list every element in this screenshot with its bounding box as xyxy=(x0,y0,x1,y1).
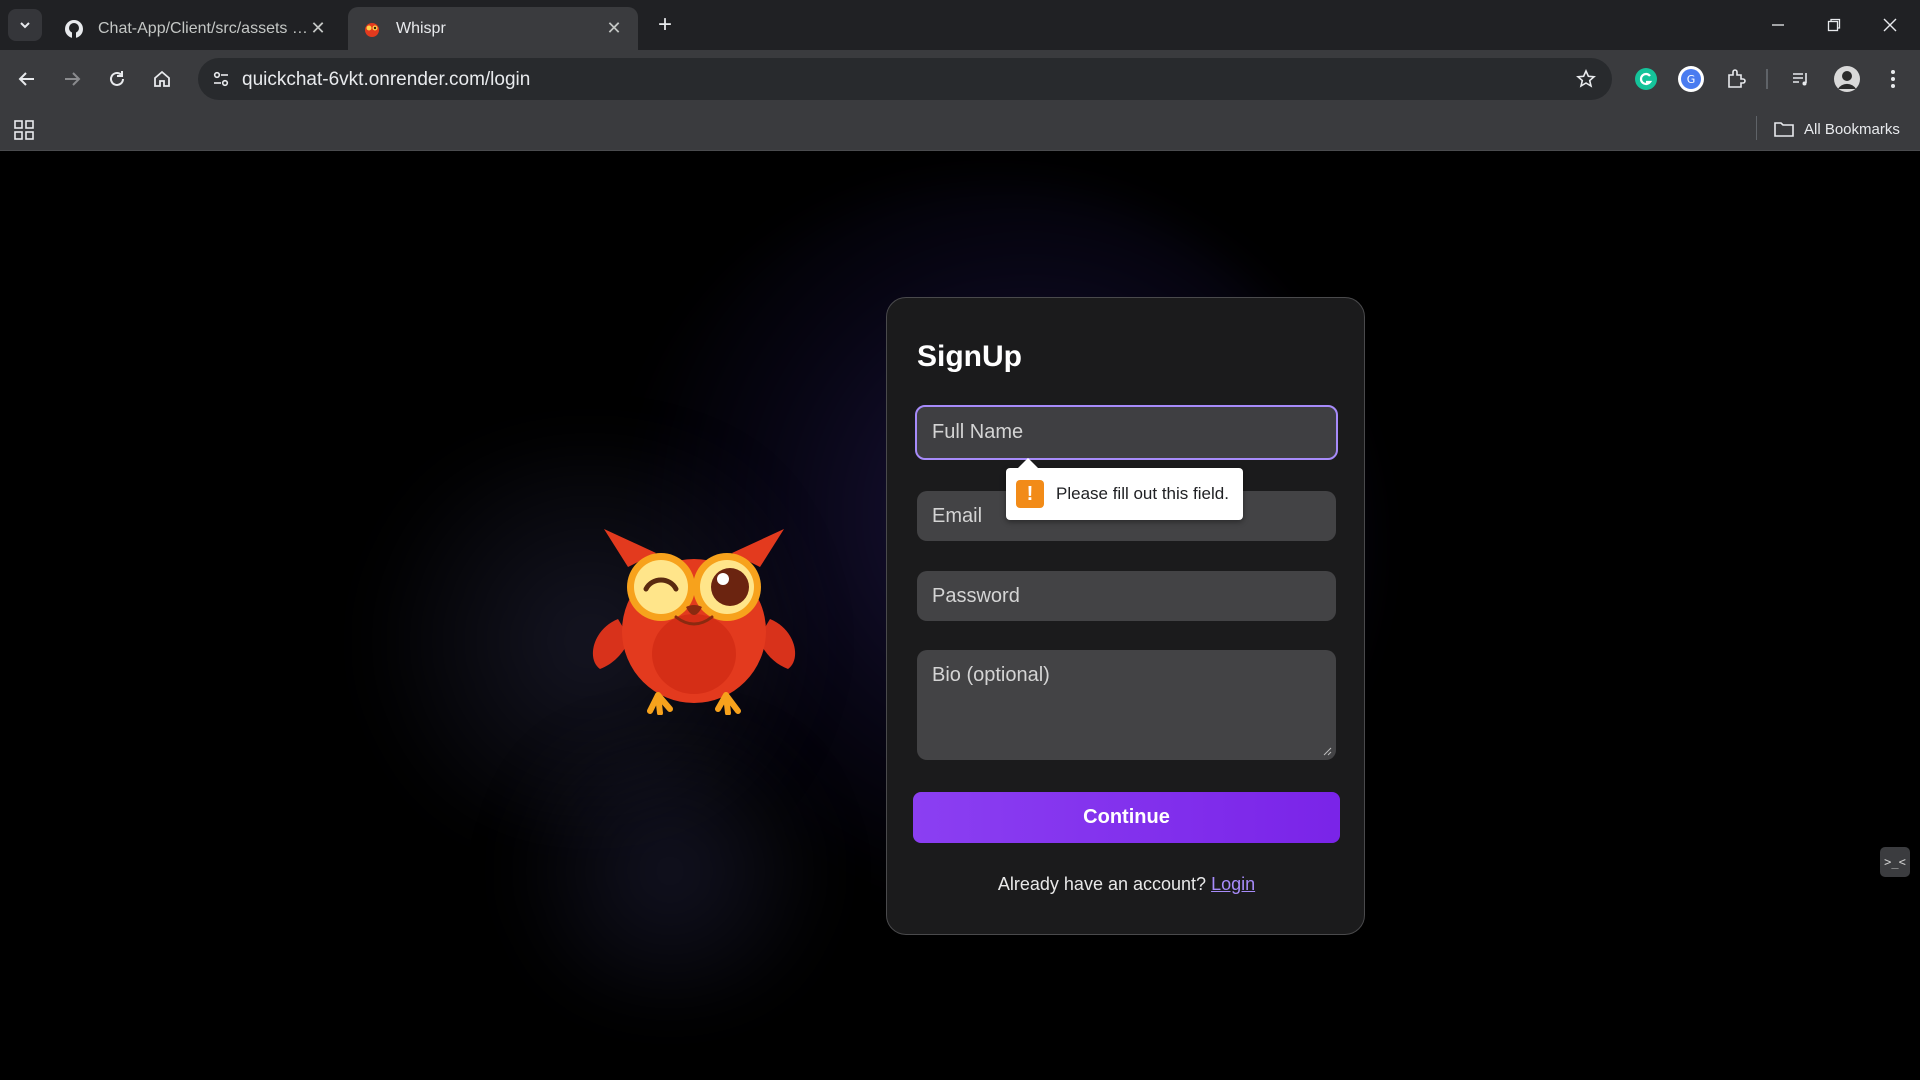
restore-icon[interactable] xyxy=(1814,8,1854,42)
fullname-placeholder: Full Name xyxy=(932,421,1024,443)
tab-whispr[interactable]: Whispr ✕ xyxy=(348,7,638,50)
chevron-down-icon xyxy=(20,22,30,29)
apps-grid-icon[interactable] xyxy=(12,118,36,142)
login-link[interactable]: Login xyxy=(1211,874,1255,894)
forward-icon[interactable] xyxy=(57,64,87,94)
page-content: SignUp Full Name Email Password Bio (opt… xyxy=(0,151,1920,1080)
folder-icon xyxy=(1774,122,1794,137)
tab-search-button[interactable] xyxy=(8,9,42,41)
home-icon[interactable] xyxy=(147,64,177,94)
url-text[interactable]: quickchat-6vkt.onrender.com/login xyxy=(242,69,530,91)
bio-placeholder: Bio (optional) xyxy=(932,664,1050,686)
devtools-toggle-icon[interactable]: >_< xyxy=(1880,847,1910,877)
resize-grip-icon[interactable] xyxy=(1322,746,1332,756)
site-settings-icon[interactable] xyxy=(208,66,234,92)
fullname-input[interactable]: Full Name xyxy=(915,405,1338,460)
all-bookmarks-button[interactable]: All Bookmarks xyxy=(1774,116,1900,142)
tab-strip: Chat-App/Client/src/assets at m ✕ Whispr… xyxy=(0,0,1920,50)
github-icon xyxy=(64,19,84,39)
grammarly-icon[interactable] xyxy=(1631,64,1661,94)
close-icon[interactable]: ✕ xyxy=(604,18,624,39)
minimize-icon[interactable] xyxy=(1758,8,1798,42)
new-tab-button[interactable]: + xyxy=(652,11,678,38)
extensions-icon[interactable] xyxy=(1721,64,1751,94)
translate-extension-icon[interactable]: G xyxy=(1676,64,1706,94)
browser-toolbar: quickchat-6vkt.onrender.com/login G xyxy=(0,50,1920,107)
all-bookmarks-label: All Bookmarks xyxy=(1804,120,1900,138)
tab-title: Whispr xyxy=(396,19,446,37)
password-input[interactable]: Password xyxy=(917,571,1336,621)
password-placeholder: Password xyxy=(932,584,1020,607)
email-placeholder: Email xyxy=(932,504,983,527)
address-bar[interactable]: quickchat-6vkt.onrender.com/login xyxy=(198,58,1612,100)
bio-textarea[interactable]: Bio (optional) xyxy=(917,650,1336,760)
validation-tooltip: ! Please fill out this field. xyxy=(1006,458,1243,520)
login-prompt: Already have an account? Login xyxy=(887,874,1366,895)
bookmarks-bar: All Bookmarks xyxy=(0,107,1920,151)
validation-message: Please fill out this field. xyxy=(1056,484,1229,503)
tab-github[interactable]: Chat-App/Client/src/assets at m ✕ xyxy=(50,7,342,50)
toolbar-divider xyxy=(1766,69,1768,89)
close-window-icon[interactable] xyxy=(1870,8,1910,42)
close-icon[interactable]: ✕ xyxy=(308,18,328,39)
warning-icon: ! xyxy=(1016,480,1044,508)
bookmarks-divider xyxy=(1756,116,1757,140)
signup-card: SignUp Full Name Email Password Bio (opt… xyxy=(886,297,1365,935)
media-control-icon[interactable] xyxy=(1786,64,1816,94)
reload-icon[interactable] xyxy=(102,64,132,94)
menu-kebab-icon[interactable] xyxy=(1878,64,1908,94)
svg-text:G: G xyxy=(1687,73,1696,86)
continue-button[interactable]: Continue xyxy=(913,792,1340,843)
page-title: SignUp xyxy=(917,340,1022,373)
background-glow xyxy=(480,731,860,1011)
back-icon[interactable] xyxy=(12,64,42,94)
owl-mascot-illustration xyxy=(592,529,796,715)
owl-favicon-icon xyxy=(362,19,382,39)
avatar[interactable] xyxy=(1832,64,1862,94)
tab-title: Chat-App/Client/src/assets at m xyxy=(98,19,308,37)
login-prompt-text: Already have an account? xyxy=(997,874,1207,894)
bookmark-star-icon[interactable] xyxy=(1574,67,1598,91)
